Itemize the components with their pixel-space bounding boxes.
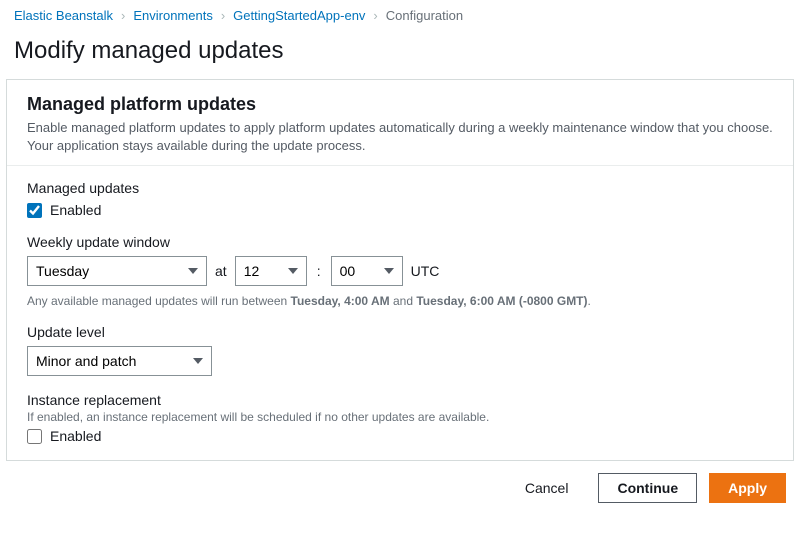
weekly-window-label: Weekly update window — [27, 234, 773, 250]
chevron-right-icon: › — [221, 8, 225, 23]
cancel-button[interactable]: Cancel — [507, 473, 587, 503]
breadcrumb: Elastic Beanstalk › Environments › Getti… — [0, 0, 800, 31]
breadcrumb-current: Configuration — [386, 8, 463, 23]
instance-replacement-checkbox-label: Enabled — [50, 428, 101, 444]
instance-replacement-checkbox[interactable] — [27, 429, 42, 444]
instance-replacement-hint: If enabled, an instance replacement will… — [27, 410, 773, 424]
breadcrumb-environments[interactable]: Environments — [133, 8, 212, 23]
hour-select-wrapper: 12 — [235, 256, 307, 286]
at-text: at — [215, 263, 227, 279]
managed-updates-checkbox-label: Enabled — [50, 202, 101, 218]
weekly-window-hint: Any available managed updates will run b… — [27, 294, 773, 308]
page-title: Modify managed updates — [14, 37, 786, 65]
footer-actions: Cancel Continue Apply — [0, 461, 800, 503]
continue-button[interactable]: Continue — [598, 473, 697, 503]
managed-updates-field: Managed updates Enabled — [27, 180, 773, 218]
chevron-right-icon: › — [121, 8, 125, 23]
chevron-right-icon: › — [373, 8, 377, 23]
update-level-field: Update level Minor and patch — [27, 324, 773, 376]
section-title: Managed platform updates — [27, 94, 773, 115]
managed-updates-panel: Managed platform updates Enable managed … — [6, 79, 794, 461]
minute-select-wrapper: 00 — [331, 256, 403, 286]
day-select-wrapper: Tuesday — [27, 256, 207, 286]
managed-updates-checkbox-row[interactable]: Enabled — [27, 202, 773, 218]
apply-button[interactable]: Apply — [709, 473, 786, 503]
managed-updates-checkbox[interactable] — [27, 203, 42, 218]
breadcrumb-elastic-beanstalk[interactable]: Elastic Beanstalk — [14, 8, 113, 23]
instance-replacement-checkbox-row[interactable]: Enabled — [27, 428, 773, 444]
day-select[interactable]: Tuesday — [27, 256, 207, 286]
weekly-window-field: Weekly update window Tuesday at 12 : 00 — [27, 234, 773, 308]
panel-header: Managed platform updates Enable managed … — [7, 80, 793, 165]
update-level-select-wrapper: Minor and patch — [27, 346, 212, 376]
timezone-text: UTC — [411, 263, 440, 279]
update-level-label: Update level — [27, 324, 773, 340]
hour-select[interactable]: 12 — [235, 256, 307, 286]
section-description: Enable managed platform updates to apply… — [27, 119, 773, 155]
instance-replacement-label: Instance replacement — [27, 392, 773, 408]
time-colon: : — [315, 263, 323, 279]
panel-body: Managed updates Enabled Weekly update wi… — [7, 165, 793, 460]
managed-updates-label: Managed updates — [27, 180, 773, 196]
instance-replacement-field: Instance replacement If enabled, an inst… — [27, 392, 773, 444]
breadcrumb-env-name[interactable]: GettingStartedApp-env — [233, 8, 365, 23]
minute-select[interactable]: 00 — [331, 256, 403, 286]
update-level-select[interactable]: Minor and patch — [27, 346, 212, 376]
